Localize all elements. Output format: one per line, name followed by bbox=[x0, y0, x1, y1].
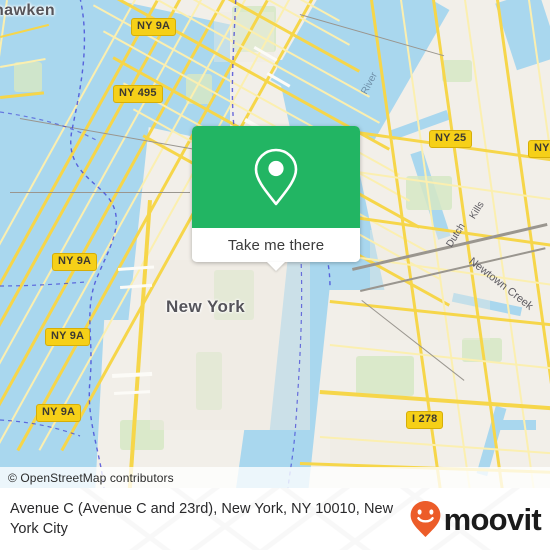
footer-content: Avenue C (Avenue C and 23rd), New York, … bbox=[0, 499, 550, 539]
route-shield-ny9a-south: NY 9A bbox=[36, 404, 82, 422]
route-shield-ny9a-north: NY 9A bbox=[131, 18, 177, 36]
map-pin-icon bbox=[254, 148, 298, 206]
card-pin-area bbox=[192, 126, 360, 228]
footer-bar: Avenue C (Avenue C and 23rd), New York, … bbox=[0, 488, 550, 550]
map-attribution-bar: © OpenStreetMap contributors bbox=[0, 467, 550, 488]
route-shield-ny9a-mid: NY 9A bbox=[52, 253, 98, 271]
osm-attribution-text: © OpenStreetMap contributors bbox=[8, 470, 174, 485]
take-me-there-button[interactable]: Take me there bbox=[192, 228, 360, 262]
moovit-map-share-card: River Dutch Kills Newtown Creek hawken N… bbox=[0, 0, 550, 550]
take-me-there-label: Take me there bbox=[227, 236, 325, 254]
route-shield-ny9a-lower: NY 9A bbox=[45, 328, 91, 346]
location-popup-card[interactable]: Take me there bbox=[192, 126, 360, 271]
card-pointer-tail bbox=[267, 262, 285, 271]
map-canvas[interactable]: River Dutch Kills Newtown Creek hawken N… bbox=[0, 0, 550, 488]
moovit-pin-smiley-icon bbox=[410, 501, 440, 537]
moovit-wordmark: moovit bbox=[443, 501, 542, 537]
moovit-logo[interactable]: moovit bbox=[409, 499, 542, 539]
location-address-text: Avenue C (Avenue C and 23rd), New York, … bbox=[10, 501, 394, 537]
route-shield-ny495: NY 495 bbox=[113, 85, 163, 103]
route-shield-ny25: NY 25 bbox=[429, 130, 473, 148]
route-shield-ny2-clipped: NY 2 bbox=[528, 140, 550, 158]
route-shield-i278: I 278 bbox=[406, 411, 444, 429]
